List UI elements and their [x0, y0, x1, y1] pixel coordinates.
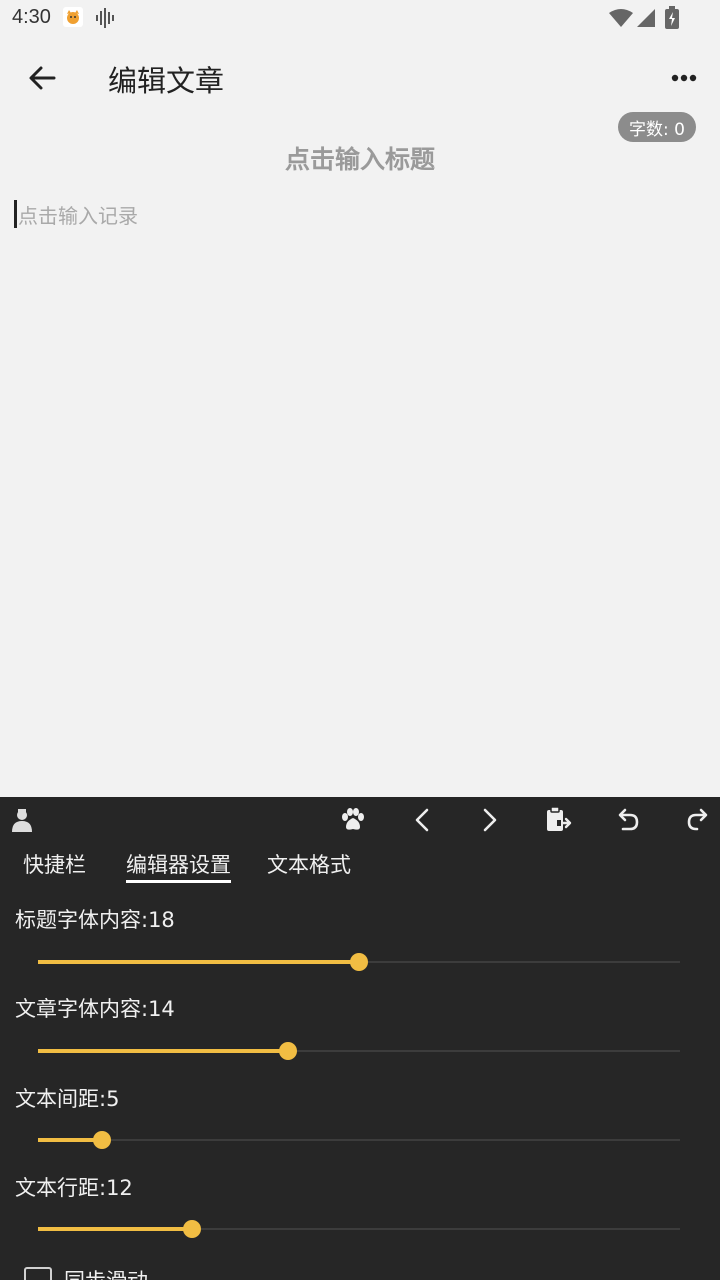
tab-editor-settings[interactable]: 编辑器设置 — [126, 849, 231, 883]
slider-fill — [38, 1227, 192, 1231]
panel-tabs: 快捷栏 编辑器设置 文本格式 — [0, 845, 720, 885]
editor-toolbar — [0, 797, 720, 843]
slider-thumb[interactable] — [93, 1131, 111, 1149]
arrow-left-icon — [29, 66, 56, 90]
body-input[interactable]: 点击输入记录 — [14, 194, 704, 234]
chevron-right-icon — [483, 808, 497, 832]
avatar-button[interactable] — [2, 803, 42, 837]
page-title: 编辑文章 — [108, 64, 225, 98]
undo-button[interactable] — [608, 803, 648, 837]
cat-app-icon — [62, 6, 84, 32]
app-bar: 编辑文章 — [0, 40, 720, 116]
back-button[interactable] — [18, 56, 66, 100]
slider-fill — [38, 960, 359, 964]
chevron-left-icon — [415, 808, 429, 832]
line-spacing-slider[interactable] — [38, 1217, 680, 1241]
status-bar: 4:30 — [0, 0, 720, 36]
line-spacing-label: 文本行距:12 — [15, 1176, 133, 1200]
voice-wave-icon — [94, 6, 118, 34]
battery-icon — [664, 6, 680, 34]
more-horizontal-icon — [671, 74, 697, 82]
paste-button[interactable] — [538, 803, 578, 837]
slider-track — [38, 1139, 680, 1141]
title-font-size-label: 标题字体内容:18 — [15, 908, 175, 932]
user-avatar-icon — [12, 809, 32, 832]
text-spacing-slider[interactable] — [38, 1128, 680, 1152]
sync-scroll-label: 同步滑动 — [64, 1265, 148, 1280]
title-font-size-slider[interactable] — [38, 950, 680, 974]
signal-icon — [636, 8, 656, 32]
paw-button[interactable] — [333, 803, 373, 837]
title-input[interactable]: 点击输入标题 — [0, 140, 720, 182]
previous-button[interactable] — [402, 803, 442, 837]
next-button[interactable] — [470, 803, 510, 837]
tab-shortcut-bar[interactable]: 快捷栏 — [23, 849, 86, 883]
slider-thumb[interactable] — [279, 1042, 297, 1060]
text-spacing-label: 文本间距:5 — [15, 1087, 120, 1111]
tab-text-format[interactable]: 文本格式 — [267, 849, 351, 883]
sync-scroll-checkbox[interactable] — [24, 1267, 52, 1280]
more-options-button[interactable] — [660, 58, 708, 98]
paw-icon — [342, 808, 364, 830]
body-placeholder: 点击输入记录 — [18, 203, 138, 228]
undo-icon — [618, 808, 639, 831]
wifi-icon — [608, 8, 634, 32]
slider-thumb[interactable] — [350, 953, 368, 971]
word-count-badge: 字数: 0 — [618, 112, 696, 142]
redo-icon — [687, 808, 708, 831]
slider-thumb[interactable] — [183, 1220, 201, 1238]
redo-button[interactable] — [678, 803, 718, 837]
article-font-size-label: 文章字体内容:14 — [15, 997, 175, 1021]
article-font-size-slider[interactable] — [38, 1039, 680, 1063]
text-caret — [14, 200, 17, 228]
editor-settings-panel: 快捷栏 编辑器设置 文本格式 标题字体内容:18 文章字体内容:14 文本间距:… — [0, 797, 720, 1280]
clipboard-export-icon — [547, 806, 572, 831]
slider-fill — [38, 1049, 288, 1053]
status-time: 4:30 — [12, 6, 51, 28]
